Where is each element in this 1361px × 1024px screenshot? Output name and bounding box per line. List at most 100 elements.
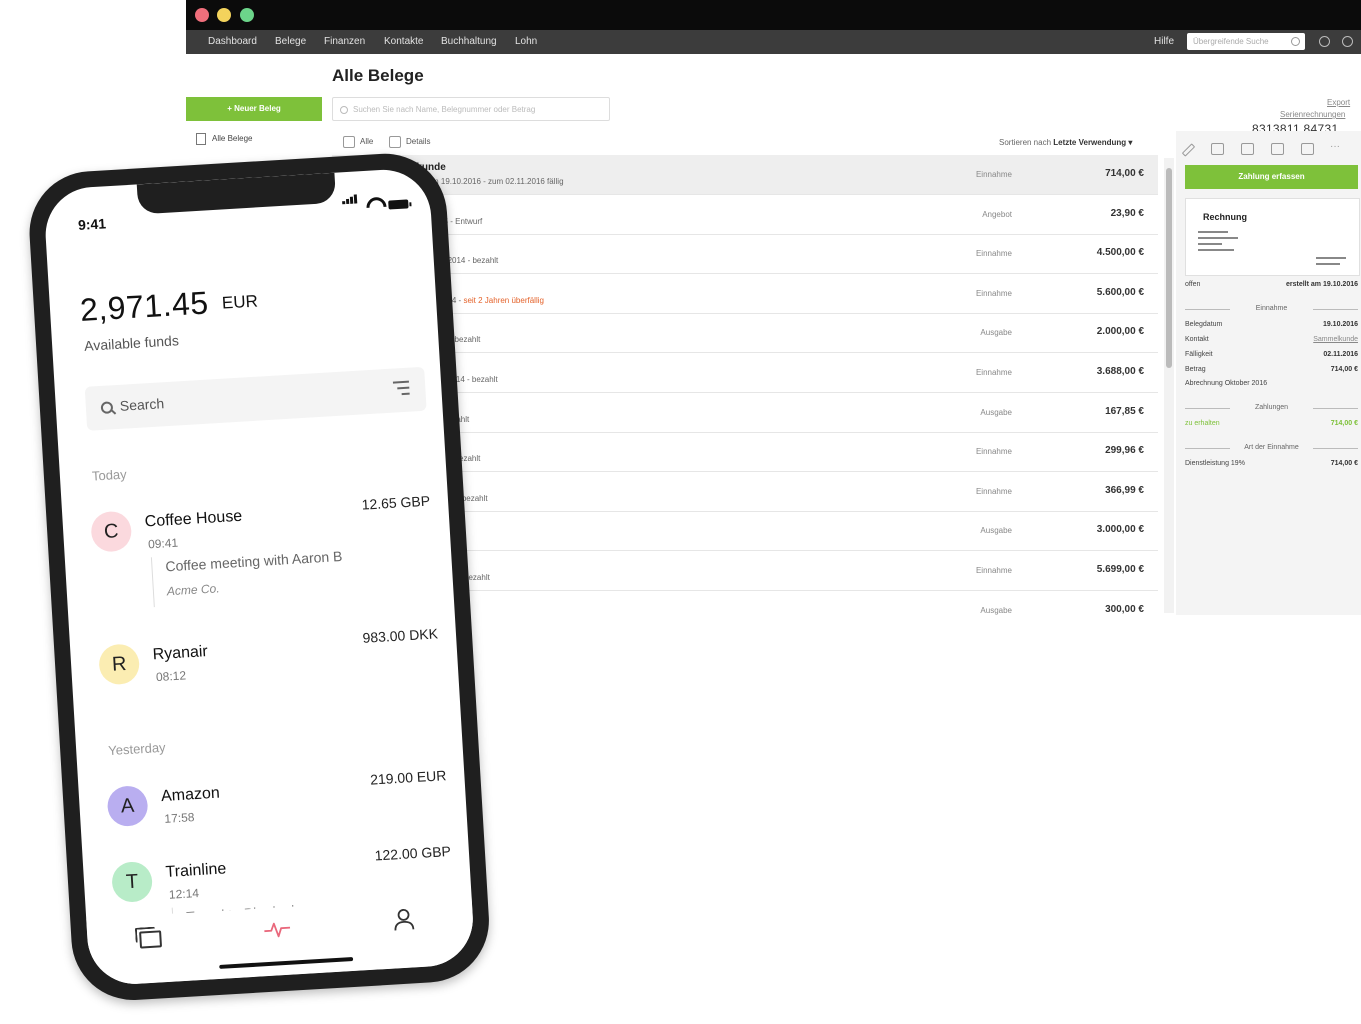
page-title: Alle Belege: [332, 66, 424, 85]
profile-tab-icon[interactable]: [392, 907, 415, 932]
search-placeholder: Suchen Sie nach Name, Belegnummer oder B…: [353, 105, 536, 114]
document-row[interactable]: ka02.07.2015 - EntwurfAngebot23,90 €: [332, 195, 1158, 235]
document-row[interactable]: am 11.08.2014 - seit 2 Jahren überfällig…: [332, 274, 1158, 314]
more-icon[interactable]: ···: [1330, 141, 1340, 152]
avatar: T: [110, 860, 154, 904]
menu-kontakte[interactable]: Kontakte: [384, 36, 423, 47]
contact-link[interactable]: Sammelkunde: [1313, 336, 1358, 343]
maximize-window-button[interactable]: [240, 8, 254, 22]
section-income-type: Art der Einnahme: [1185, 444, 1358, 451]
invoice-preview[interactable]: Rechnung: [1185, 198, 1360, 276]
status-label: offen: [1185, 281, 1201, 288]
mail-icon[interactable]: [1211, 143, 1224, 155]
document-type: Einnahme: [975, 288, 1012, 298]
balance-currency: EUR: [221, 291, 259, 313]
note-divider: [150, 557, 155, 608]
field-row: Belegdatum 19.10.2016: [1185, 321, 1358, 328]
transaction-item[interactable]: R Ryanair 08:12 983.00 DKK: [98, 625, 439, 686]
filter-icon[interactable]: [392, 380, 410, 396]
transactions-search-input[interactable]: Search: [84, 366, 427, 431]
search-icon: [100, 401, 114, 414]
wifi-icon: [362, 193, 391, 222]
balance-amount: 2,971.45: [79, 284, 210, 328]
checkbox-icon: [343, 136, 355, 148]
global-search-input[interactable]: Übergreifende Suche: [1187, 33, 1305, 50]
preview-line: [1198, 237, 1238, 239]
merchant-name: Coffee House: [144, 507, 243, 531]
activity-tab-icon[interactable]: [264, 919, 291, 941]
filter-all-label: Alle: [360, 137, 374, 147]
menu-finanzen[interactable]: Finanzen: [324, 36, 365, 47]
document-search-input[interactable]: Suchen Sie nach Name, Belegnummer oder B…: [332, 97, 610, 121]
field-row: Kontakt Sammelkunde: [1185, 336, 1358, 343]
menu-lohn[interactable]: Lohn: [515, 36, 537, 47]
transaction-item[interactable]: T Trainline 12:14 122.00 GBP Travel to B…: [110, 843, 452, 958]
document-row[interactable]: elkunde 001 vom 19.10.2016 - zum 02.11.20…: [332, 155, 1158, 195]
document-amount: 5.699,00 €: [1096, 564, 1144, 575]
merchant-name: Trainline: [165, 860, 227, 881]
record-payment-button[interactable]: Zahlung erfassen: [1185, 165, 1358, 189]
field-label: Fälligkeit: [1185, 351, 1213, 358]
document-type: Einnahme: [975, 249, 1012, 259]
field-value: 714,00 €: [1330, 366, 1358, 373]
archive-icon[interactable]: [1271, 143, 1284, 155]
available-funds-label: Available funds: [83, 332, 180, 354]
menu-help[interactable]: Hilfe: [1154, 36, 1174, 47]
document-type: Ausgabe: [980, 526, 1012, 536]
transaction-amount: 983.00 DKK: [362, 625, 439, 646]
transaction-note: Coffee meeting with Aaron B: [164, 547, 343, 575]
sort-dropdown[interactable]: Sortieren nach Letzte Verwendung ▾: [999, 138, 1132, 147]
scrollbar-thumb[interactable]: [1166, 168, 1172, 368]
new-document-button[interactable]: + Neuer Beleg: [186, 97, 322, 121]
document-detail-panel: ··· Zahlung erfassen Rechnung offen erste…: [1176, 131, 1361, 615]
document-amount: 299,96 €: [1105, 445, 1144, 457]
power-icon[interactable]: [1342, 36, 1353, 47]
document-amount: 5.600,00 €: [1096, 286, 1144, 298]
field-label: Kontakt: [1185, 336, 1209, 343]
menu-dashboard[interactable]: Dashboard: [208, 36, 257, 47]
field-row: Betrag 714,00 €: [1185, 366, 1358, 373]
created-date: erstellt am 19.10.2016: [1286, 281, 1358, 288]
filter-details-checkbox[interactable]: Details: [389, 136, 430, 148]
document-amount: 366,99 €: [1105, 484, 1144, 496]
phone-screen: 9:41 2,971.45 EUR Available funds Search…: [42, 167, 476, 987]
document-amount: 3.688,00 €: [1096, 366, 1144, 377]
income-type-value: 714,00 €: [1330, 460, 1358, 467]
transaction-company: Acme Co.: [166, 581, 220, 599]
preview-line: [1316, 257, 1346, 259]
transaction-amount: 122.00 GBP: [374, 843, 452, 864]
serial-invoices-link[interactable]: Serienrechnungen: [1280, 110, 1345, 119]
menu-belege[interactable]: Belege: [275, 36, 306, 47]
field-value: 19.10.2016: [1322, 321, 1358, 328]
minimize-window-button[interactable]: [217, 8, 231, 22]
sidebar-item-all-documents[interactable]: Alle Belege: [196, 133, 252, 145]
document-type: Ausgabe: [980, 407, 1012, 417]
cards-tab-icon[interactable]: [139, 930, 163, 949]
filter-all-checkbox[interactable]: Alle: [343, 136, 373, 148]
export-link[interactable]: Export: [1327, 98, 1350, 107]
print-icon[interactable]: [1241, 143, 1254, 155]
document-row[interactable]: kvom 24.07.2014 - bezahltEinnahme4.500,0…: [332, 234, 1158, 275]
trash-icon[interactable]: [1301, 143, 1314, 155]
search-icon: [340, 106, 348, 114]
transaction-item[interactable]: C Coffee House 09:41 12.65 GBP Coffee me…: [90, 493, 430, 608]
payments-row: zu erhalten 714,00 €: [1185, 420, 1358, 427]
document-type: Einnahme: [975, 566, 1012, 575]
document-amount: 23,90 €: [1110, 207, 1144, 219]
edit-pencil-icon[interactable]: [1181, 143, 1196, 157]
document-type: Einnahme: [975, 368, 1012, 377]
close-window-button[interactable]: [195, 8, 209, 22]
settings-gear-icon[interactable]: [1319, 36, 1330, 47]
field-label: Belegdatum: [1185, 321, 1223, 328]
transaction-item[interactable]: A Amazon 17:58 219.00 EUR: [106, 767, 447, 828]
status-row: offen erstellt am 19.10.2016: [1185, 281, 1358, 288]
list-scrollbar[interactable]: [1164, 158, 1174, 613]
window-titlebar: [186, 0, 1361, 30]
global-search-placeholder: Übergreifende Suche: [1193, 37, 1269, 46]
payments-value: 714,00 €: [1330, 420, 1358, 427]
menu-buchhaltung[interactable]: Buchhaltung: [441, 36, 497, 47]
invoice-preview-title: Rechnung: [1203, 212, 1247, 222]
document-row[interactable]: Lutz13.11.2014 - bezahltAusgabe2.000,00 …: [332, 313, 1158, 354]
document-icon: [196, 133, 206, 145]
income-type-label: Dienstleistung 19%: [1185, 460, 1245, 467]
